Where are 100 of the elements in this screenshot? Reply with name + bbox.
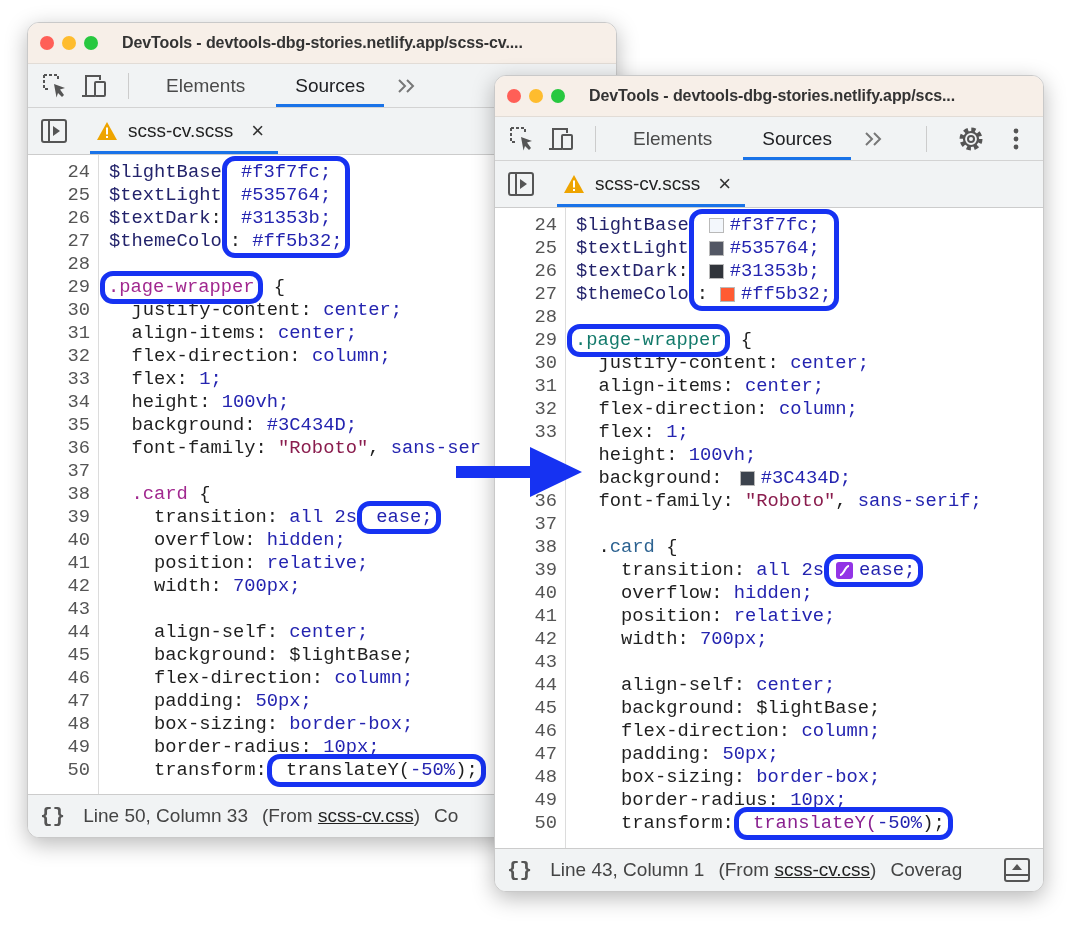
line-number: 32	[66, 345, 91, 368]
code-text: transform:	[620, 812, 734, 835]
line-number: 26	[533, 260, 558, 283]
warning-icon	[563, 173, 585, 194]
code-text: translateY(-50%);	[752, 812, 945, 835]
line-number: 33	[66, 368, 91, 391]
code-text: background: $lightBase;	[620, 697, 881, 720]
line-number: 31	[533, 375, 558, 398]
dock-icon[interactable]	[1003, 857, 1031, 883]
code-text: flex-direction: column;	[130, 345, 391, 368]
code-text: :	[696, 283, 708, 306]
color-swatch[interactable]	[708, 218, 724, 233]
color-swatch[interactable]	[720, 287, 735, 302]
code-text: $textDark:	[576, 260, 689, 283]
panel-tab[interactable]: Elements	[614, 117, 732, 160]
close-window-button[interactable]	[507, 89, 521, 103]
line-number: 28	[533, 306, 558, 329]
line-number: 44	[66, 621, 91, 644]
code-text: justify-content: center;	[130, 299, 403, 322]
panel-tab[interactable]: Elements	[147, 64, 265, 107]
color-swatch[interactable]	[708, 264, 724, 279]
code-text: $textLight	[576, 237, 689, 260]
color-swatch[interactable]	[739, 471, 755, 486]
pretty-print-button[interactable]: {}	[40, 804, 66, 828]
source-link[interactable]: scss-cv.css	[317, 805, 414, 826]
line-number: 30	[66, 299, 91, 322]
close-window-button[interactable]	[40, 36, 54, 50]
code-text: position: relative;	[620, 605, 836, 628]
code-text: transition: all 2s	[153, 506, 357, 529]
code-text: $lightBase	[576, 214, 689, 237]
file-tab[interactable]: scss-cv.scss ×	[557, 161, 746, 207]
code-text: border-radius: 10px;	[620, 789, 847, 812]
line-number: 27	[66, 230, 91, 253]
line-number: 49	[533, 789, 558, 812]
sidebar-toggle-icon[interactable]	[40, 118, 68, 144]
cursor-position: Line 50, Column 33	[83, 805, 248, 827]
line-number: 49	[66, 736, 91, 759]
coverage-label: Coverag	[890, 859, 963, 881]
code-text: align-items: center;	[130, 322, 357, 345]
line-number: 41	[533, 605, 558, 628]
line-number: 27	[533, 283, 558, 306]
code-text: flex-direction: column;	[153, 667, 414, 690]
line-number: 24	[66, 161, 91, 184]
line-number: 44	[533, 674, 558, 697]
easing-icon[interactable]	[835, 562, 853, 579]
code-text: font-family: "Roboto", sans-ser	[130, 437, 481, 460]
code-text: ease;	[375, 506, 433, 529]
code-text: .page-wrapper	[575, 329, 722, 352]
pretty-print-button[interactable]: {}	[507, 858, 533, 882]
code-text: #ff5b32;	[741, 283, 832, 306]
line-number: 24	[533, 214, 558, 237]
line-number: 41	[66, 552, 91, 575]
window-title: DevTools - devtools-dbg-stories.netlify.app/scss-cv....	[122, 34, 523, 52]
code-text: : #ff5b32;	[229, 230, 343, 253]
code-text: #f3f7fc;	[240, 161, 332, 184]
sidebar-toggle-icon[interactable]	[507, 171, 535, 197]
file-tab[interactable]: scss-cv.scss ×	[90, 108, 279, 154]
code-text: background: $lightBase;	[153, 644, 414, 667]
code-text: height: 100vh;	[130, 391, 290, 414]
line-number: 28	[66, 253, 91, 276]
source-info: (From scss-cv.css)	[718, 859, 877, 881]
line-number: 45	[533, 697, 558, 720]
code-text: background: #3C434D;	[130, 414, 357, 437]
code-text: $textDark:	[109, 207, 222, 230]
line-number: 46	[533, 720, 558, 743]
color-swatch[interactable]	[708, 241, 724, 256]
code-text: padding: 50px;	[153, 690, 312, 713]
line-number: 39	[533, 559, 558, 582]
warning-icon	[96, 120, 118, 141]
code-text: .card {	[597, 536, 678, 559]
code-text: align-self: center;	[153, 621, 369, 644]
line-number: 26	[66, 207, 91, 230]
code-text: translateY(-50%);	[285, 759, 478, 782]
code-text: flex: 1;	[597, 421, 689, 444]
line-number: 47	[533, 743, 558, 766]
line-number: 35	[66, 414, 91, 437]
line-number: 47	[66, 690, 91, 713]
code-text: font-family: "Roboto", sans-serif;	[597, 490, 982, 513]
coverage-label: Co	[433, 805, 459, 827]
code-text: flex-direction: column;	[597, 398, 858, 421]
code-text: background:	[597, 467, 724, 490]
line-number: 25	[533, 237, 558, 260]
code-text: .card {	[130, 483, 211, 506]
code-text: {	[739, 329, 753, 352]
code-text: #31353b;	[729, 260, 820, 283]
code-text: flex-direction: column;	[620, 720, 881, 743]
line-number: 42	[66, 575, 91, 598]
line-number: 37	[533, 513, 558, 536]
close-tab-button[interactable]: ×	[251, 117, 265, 144]
line-number: 50	[66, 759, 91, 782]
code-text: overflow: hidden;	[620, 582, 813, 605]
line-number: 36	[66, 437, 91, 460]
line-number: 38	[66, 483, 91, 506]
code-text: #535764;	[240, 184, 332, 207]
code-text: .page-wrapper	[108, 276, 255, 299]
code-text: #3C434D;	[760, 467, 851, 490]
line-number: 36	[533, 490, 558, 513]
close-tab-button[interactable]: ×	[718, 170, 732, 197]
code-text: border-radius: 10px;	[153, 736, 380, 759]
line-number: 43	[66, 598, 91, 621]
